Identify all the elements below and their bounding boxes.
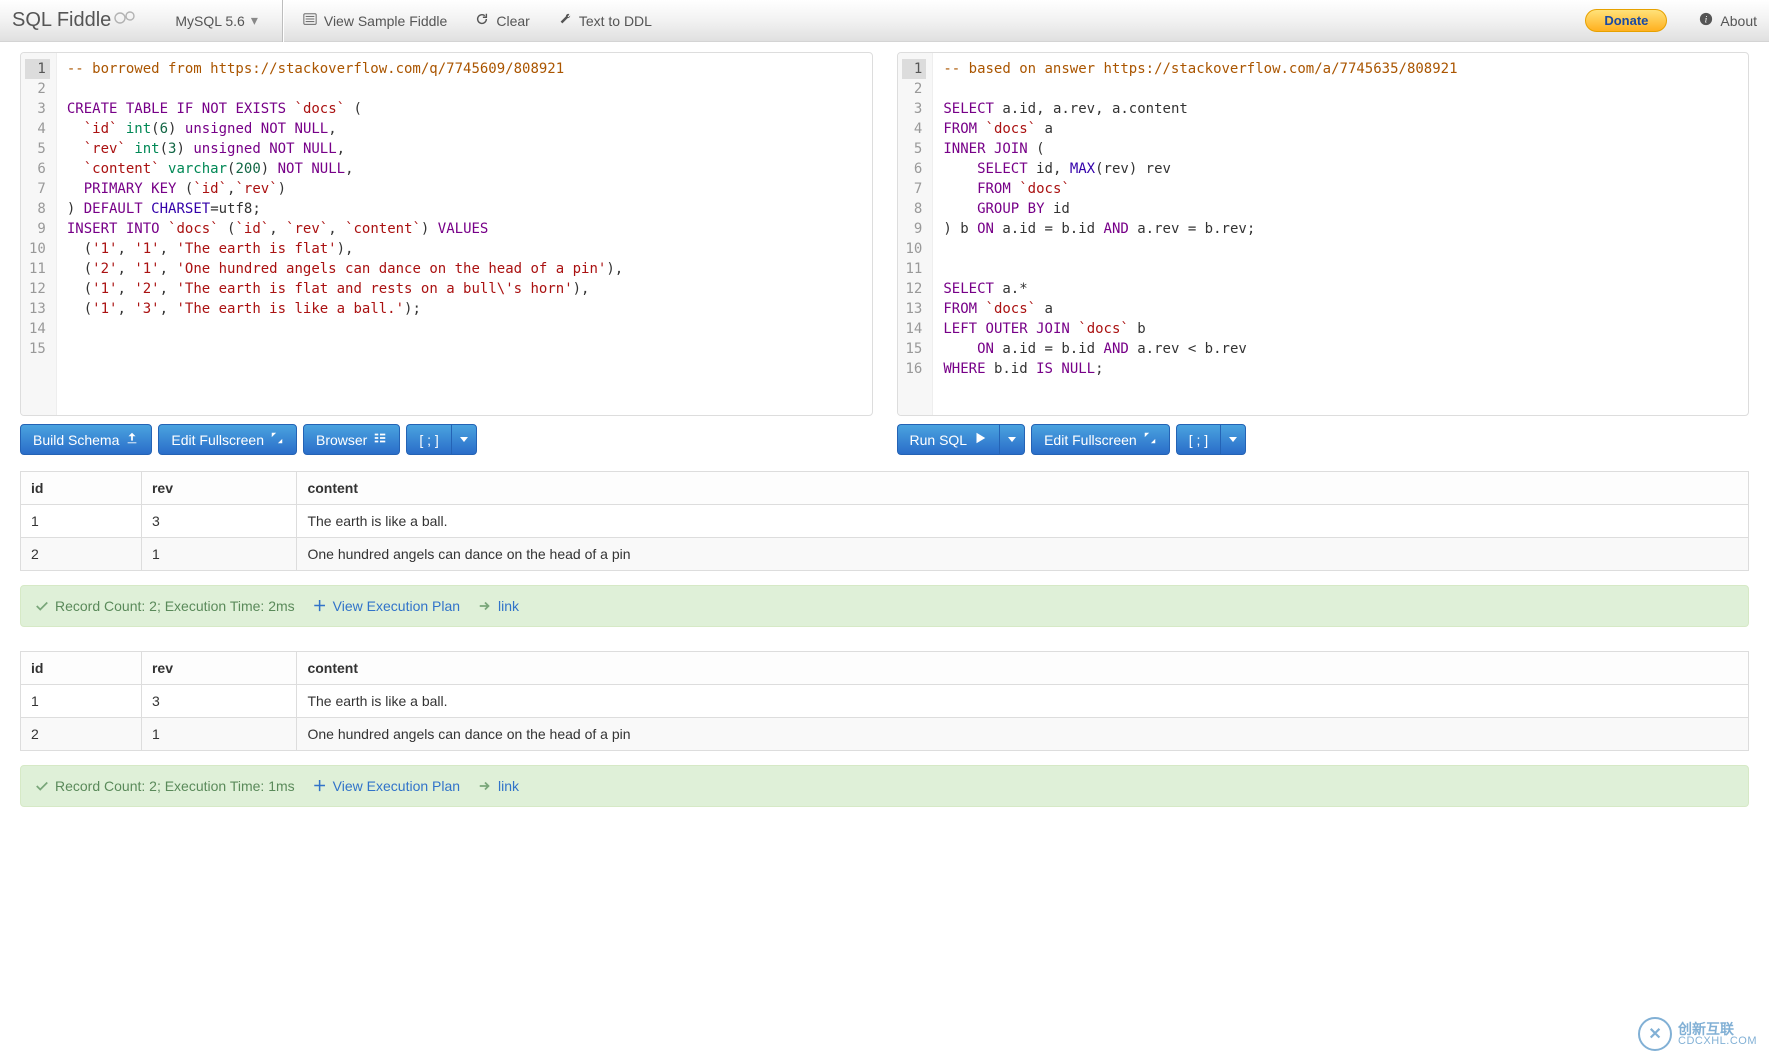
table-row: 13The earth is like a ball. <box>21 505 1749 538</box>
text-to-ddl-link[interactable]: Text to DDL <box>544 0 666 42</box>
query-gutter: 12345678910111213141516 <box>898 53 934 415</box>
view-sample-label: View Sample Fiddle <box>324 13 447 29</box>
status-check: Record Count: 2; Execution Time: 1ms <box>35 778 295 794</box>
query-edit-fullscreen-button[interactable]: Edit Fullscreen <box>1031 424 1170 455</box>
play-icon <box>973 431 987 448</box>
table-cell: The earth is like a ball. <box>297 505 1749 538</box>
text-to-ddl-label: Text to DDL <box>579 13 652 29</box>
column-header: id <box>21 472 142 505</box>
query-terminator-dropdown[interactable] <box>1220 424 1246 455</box>
fullscreen-icon <box>270 431 284 448</box>
schema-edit-fullscreen-label: Edit Fullscreen <box>171 432 264 448</box>
build-schema-button[interactable]: Build Schema <box>20 424 152 455</box>
schema-terminator-dropdown[interactable] <box>451 424 477 455</box>
run-sql-label: Run SQL <box>910 432 968 448</box>
schema-gutter: 123456789101112131415 <box>21 53 57 415</box>
table-cell: The earth is like a ball. <box>297 685 1749 718</box>
build-schema-label: Build Schema <box>33 432 119 448</box>
view-execution-plan-link[interactable]: ＋View Execution Plan <box>313 596 460 616</box>
caret-down-icon <box>1229 437 1237 442</box>
view-execution-plan-link[interactable]: ＋View Execution Plan <box>313 776 460 796</box>
watermark: ✕ 创新互联 CDCXHL.COM <box>1638 1017 1757 1051</box>
db-engine-dropdown[interactable]: MySQL 5.6 ▾ <box>157 12 276 29</box>
about-label: About <box>1720 13 1757 29</box>
watermark-en: CDCXHL.COM <box>1678 1036 1757 1047</box>
column-header: content <box>297 652 1749 685</box>
view-sample-fiddle-link[interactable]: View Sample Fiddle <box>289 0 461 42</box>
donate-label: Donate <box>1604 13 1648 28</box>
query-terminator-label: [ ; ] <box>1189 432 1208 448</box>
table-cell: One hundred angels can dance on the head… <box>297 718 1749 751</box>
query-edit-fullscreen-label: Edit Fullscreen <box>1044 432 1137 448</box>
status-bar: Record Count: 2; Execution Time: 2ms ＋Vie… <box>20 585 1749 627</box>
upload-icon <box>125 431 139 448</box>
query-editor[interactable]: 12345678910111213141516 -- based on answ… <box>897 52 1750 416</box>
query-code[interactable]: -- based on answer https://stackoverflow… <box>933 53 1467 415</box>
result-table: idrevcontent13The earth is like a ball.2… <box>20 651 1749 751</box>
brand[interactable]: SQL Fiddle <box>12 8 157 34</box>
status-text: Record Count: 2; Execution Time: 2ms <box>55 598 295 614</box>
watermark-zh: 创新互联 <box>1678 1022 1757 1036</box>
watermark-logo-icon: ✕ <box>1638 1017 1672 1051</box>
status-check: Record Count: 2; Execution Time: 2ms <box>35 598 295 614</box>
table-cell: 2 <box>21 718 142 751</box>
browser-button[interactable]: Browser <box>303 424 400 455</box>
result-table: idrevcontent13The earth is like a ball.2… <box>20 471 1749 571</box>
table-cell: 3 <box>141 505 297 538</box>
caret-down-icon: ▾ <box>251 12 258 29</box>
refresh-icon <box>475 12 489 29</box>
schema-code[interactable]: -- borrowed from https://stackoverflow.c… <box>57 53 633 415</box>
table-cell: 1 <box>141 718 297 751</box>
arrow-icon <box>478 779 492 793</box>
column-header: rev <box>141 472 297 505</box>
query-terminator-button[interactable]: [ ; ] <box>1176 424 1220 455</box>
info-icon: i <box>1699 12 1713 29</box>
about-link[interactable]: i About <box>1685 0 1757 42</box>
schema-terminator-label: [ ; ] <box>419 432 438 448</box>
logo-gear-icon <box>113 8 137 34</box>
table-cell: One hundred angels can dance on the head… <box>297 538 1749 571</box>
db-engine-label: MySQL 5.6 <box>175 13 245 29</box>
table-cell: 1 <box>21 685 142 718</box>
top-navbar: SQL Fiddle MySQL 5.6 ▾ View Sample Fiddl… <box>0 0 1769 42</box>
run-sql-button[interactable]: Run SQL <box>897 424 1000 455</box>
caret-down-icon <box>1008 437 1016 442</box>
run-sql-dropdown[interactable] <box>999 424 1025 455</box>
wrench-icon <box>558 12 572 29</box>
column-header: id <box>21 652 142 685</box>
schema-editor[interactable]: 123456789101112131415 -- borrowed from h… <box>20 52 873 416</box>
browser-label: Browser <box>316 432 367 448</box>
query-panel: 12345678910111213141516 -- based on answ… <box>897 52 1750 455</box>
arrow-icon <box>478 599 492 613</box>
plus-icon: ＋ <box>313 776 327 796</box>
column-header: rev <box>141 652 297 685</box>
table-row: 13The earth is like a ball. <box>21 685 1749 718</box>
list-alt-icon <box>303 12 317 29</box>
table-row: 21One hundred angels can dance on the he… <box>21 538 1749 571</box>
table-cell: 2 <box>21 538 142 571</box>
schema-terminator-button[interactable]: [ ; ] <box>406 424 450 455</box>
permalink-link[interactable]: link <box>478 598 519 614</box>
table-cell: 3 <box>141 685 297 718</box>
table-cell: 1 <box>141 538 297 571</box>
plus-icon: ＋ <box>313 596 327 616</box>
donate-button[interactable]: Donate <box>1585 9 1667 32</box>
caret-down-icon <box>460 437 468 442</box>
status-bar: Record Count: 2; Execution Time: 1ms ＋Vie… <box>20 765 1749 807</box>
brand-label: SQL Fiddle <box>12 9 111 32</box>
schema-edit-fullscreen-button[interactable]: Edit Fullscreen <box>158 424 297 455</box>
navbar-divider <box>282 0 283 42</box>
clear-link[interactable]: Clear <box>461 0 543 42</box>
clear-label: Clear <box>496 13 529 29</box>
status-text: Record Count: 2; Execution Time: 1ms <box>55 778 295 794</box>
permalink-link[interactable]: link <box>478 778 519 794</box>
tree-icon <box>373 431 387 448</box>
svg-text:i: i <box>1705 15 1708 26</box>
fullscreen-icon <box>1143 431 1157 448</box>
results-container: idrevcontent13The earth is like a ball.2… <box>0 455 1769 827</box>
column-header: content <box>297 472 1749 505</box>
table-cell: 1 <box>21 505 142 538</box>
table-row: 21One hundred angels can dance on the he… <box>21 718 1749 751</box>
schema-panel: 123456789101112131415 -- borrowed from h… <box>20 52 873 455</box>
